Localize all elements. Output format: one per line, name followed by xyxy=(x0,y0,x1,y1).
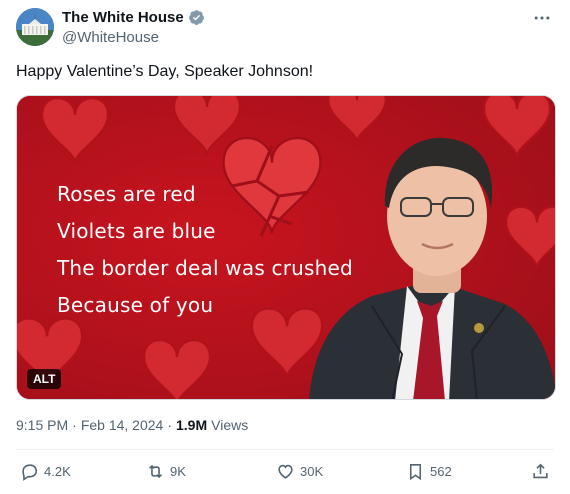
meta-separator: · xyxy=(72,417,77,433)
reply-icon xyxy=(22,464,38,481)
poem-line: The border deal was crushed xyxy=(57,256,353,280)
share-button[interactable] xyxy=(531,462,550,481)
repost-icon xyxy=(149,464,162,479)
poem-line: Roses are red xyxy=(57,182,196,206)
tweet-text: Happy Valentine’s Day, Speaker Johnson! xyxy=(16,63,314,80)
poem-line: Violets are blue xyxy=(57,219,216,243)
white-house-logo-icon xyxy=(16,8,54,46)
reply-count: 4.2K xyxy=(44,464,71,479)
bookmark-count: 562 xyxy=(430,464,452,479)
more-icon xyxy=(534,16,550,20)
bookmark-icon xyxy=(409,463,422,481)
share-icon xyxy=(533,463,548,479)
divider xyxy=(16,449,554,450)
repost-count: 9K xyxy=(170,464,186,479)
post-time[interactable]: 9:15 PM xyxy=(16,417,68,433)
like-count: 30K xyxy=(300,464,324,479)
tweet-actions: 4.2K 9K 30K 562 xyxy=(16,462,554,486)
verified-badge-icon[interactable] xyxy=(188,9,205,26)
tweet-image[interactable]: Roses are red Violets are blue The borde… xyxy=(16,95,556,400)
like-icon xyxy=(278,464,293,479)
views-count[interactable]: 1.9M xyxy=(176,417,207,433)
author-name[interactable]: The White House xyxy=(62,9,184,26)
post-date[interactable]: Feb 14, 2024 xyxy=(81,417,164,433)
reply-button[interactable]: 4.2K xyxy=(20,462,71,481)
more-options-button[interactable] xyxy=(530,6,554,30)
poem-line: Because of you xyxy=(57,293,214,317)
meta-separator: · xyxy=(167,417,172,433)
views-label: Views xyxy=(211,417,249,433)
repost-button[interactable]: 9K xyxy=(146,462,186,481)
bookmark-button[interactable]: 562 xyxy=(406,462,452,481)
author-handle[interactable]: @WhiteHouse xyxy=(62,29,159,46)
like-button[interactable]: 30K xyxy=(276,462,323,481)
valentine-poem: Roses are red Violets are blue The borde… xyxy=(57,176,353,324)
avatar[interactable] xyxy=(16,8,54,46)
tweet-meta: 9:15 PM · Feb 14, 2024 · 1.9M Views xyxy=(16,417,248,433)
alt-text-badge[interactable]: ALT xyxy=(27,369,62,389)
author-name-row: The White House xyxy=(62,9,205,26)
